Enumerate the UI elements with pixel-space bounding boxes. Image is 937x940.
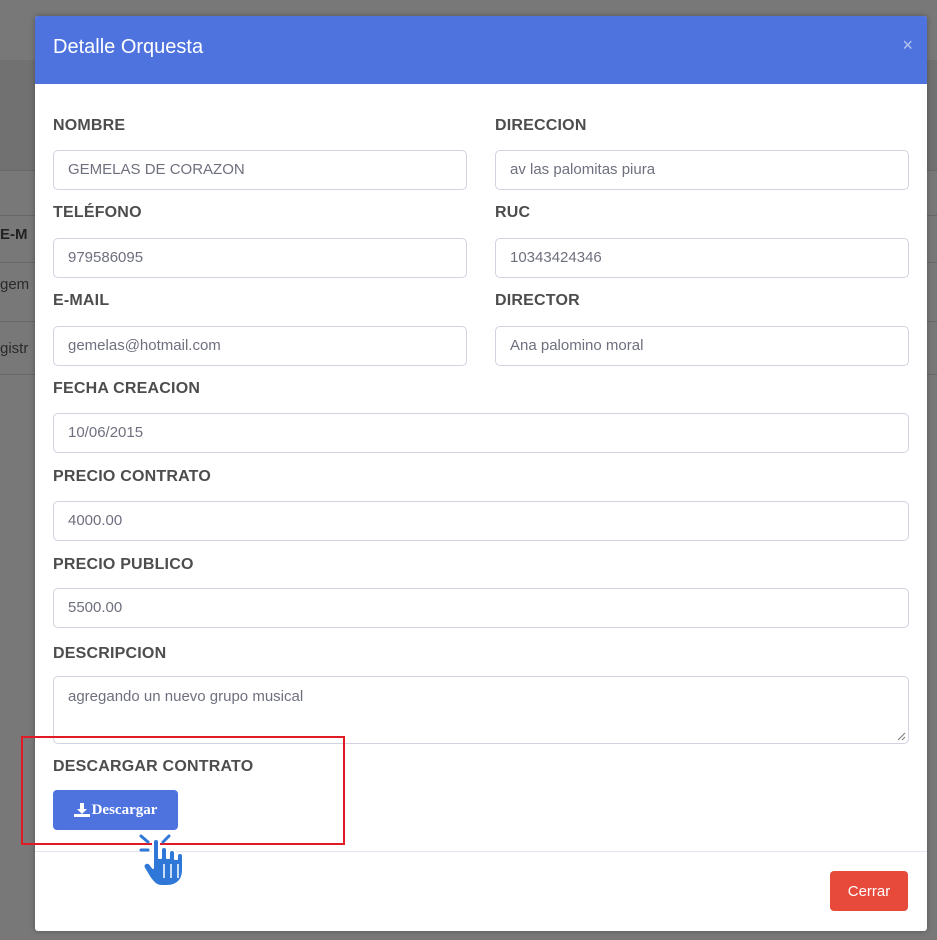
descripcion-label: DESCRIPCION	[53, 645, 167, 662]
email-label: E-MAIL	[53, 292, 110, 309]
close-icon[interactable]: ×	[902, 36, 913, 54]
fecha-creacion-label: FECHA CREACION	[53, 380, 201, 397]
director-label: DIRECTOR	[495, 292, 580, 309]
nombre-label: NOMBRE	[53, 117, 126, 134]
modal-header: Detalle Orquesta ×	[35, 16, 927, 84]
descripcion-text: agregando un nuevo grupo musical	[68, 688, 304, 705]
telefono-field[interactable]: 979586095	[53, 238, 467, 278]
direccion-field[interactable]: av las palomitas piura	[495, 150, 909, 190]
resize-handle-icon[interactable]	[896, 731, 906, 741]
modal-title: Detalle Orquesta	[53, 36, 204, 58]
descripcion-textarea[interactable]: agregando un nuevo grupo musical	[53, 676, 909, 744]
hand-pointer-icon	[139, 834, 184, 887]
nombre-field[interactable]: GEMELAS DE CORAZON	[53, 150, 467, 190]
telefono-label: TELÉFONO	[53, 204, 142, 221]
precio-contrato-label: PRECIO CONTRATO	[53, 468, 211, 485]
precio-publico-field[interactable]: 5500.00	[53, 588, 909, 628]
cerrar-button[interactable]: Cerrar	[830, 871, 908, 911]
ruc-label: RUC	[495, 204, 531, 221]
ruc-field[interactable]: 10343424346	[495, 238, 909, 278]
fecha-creacion-field[interactable]: 10/06/2015	[53, 413, 909, 453]
precio-publico-label: PRECIO PUBLICO	[53, 556, 194, 573]
email-field[interactable]: gemelas@hotmail.com	[53, 326, 467, 366]
director-field[interactable]: Ana palomino moral	[495, 326, 909, 366]
precio-contrato-field[interactable]: 4000.00	[53, 501, 909, 541]
direccion-label: DIRECCION	[495, 117, 587, 134]
